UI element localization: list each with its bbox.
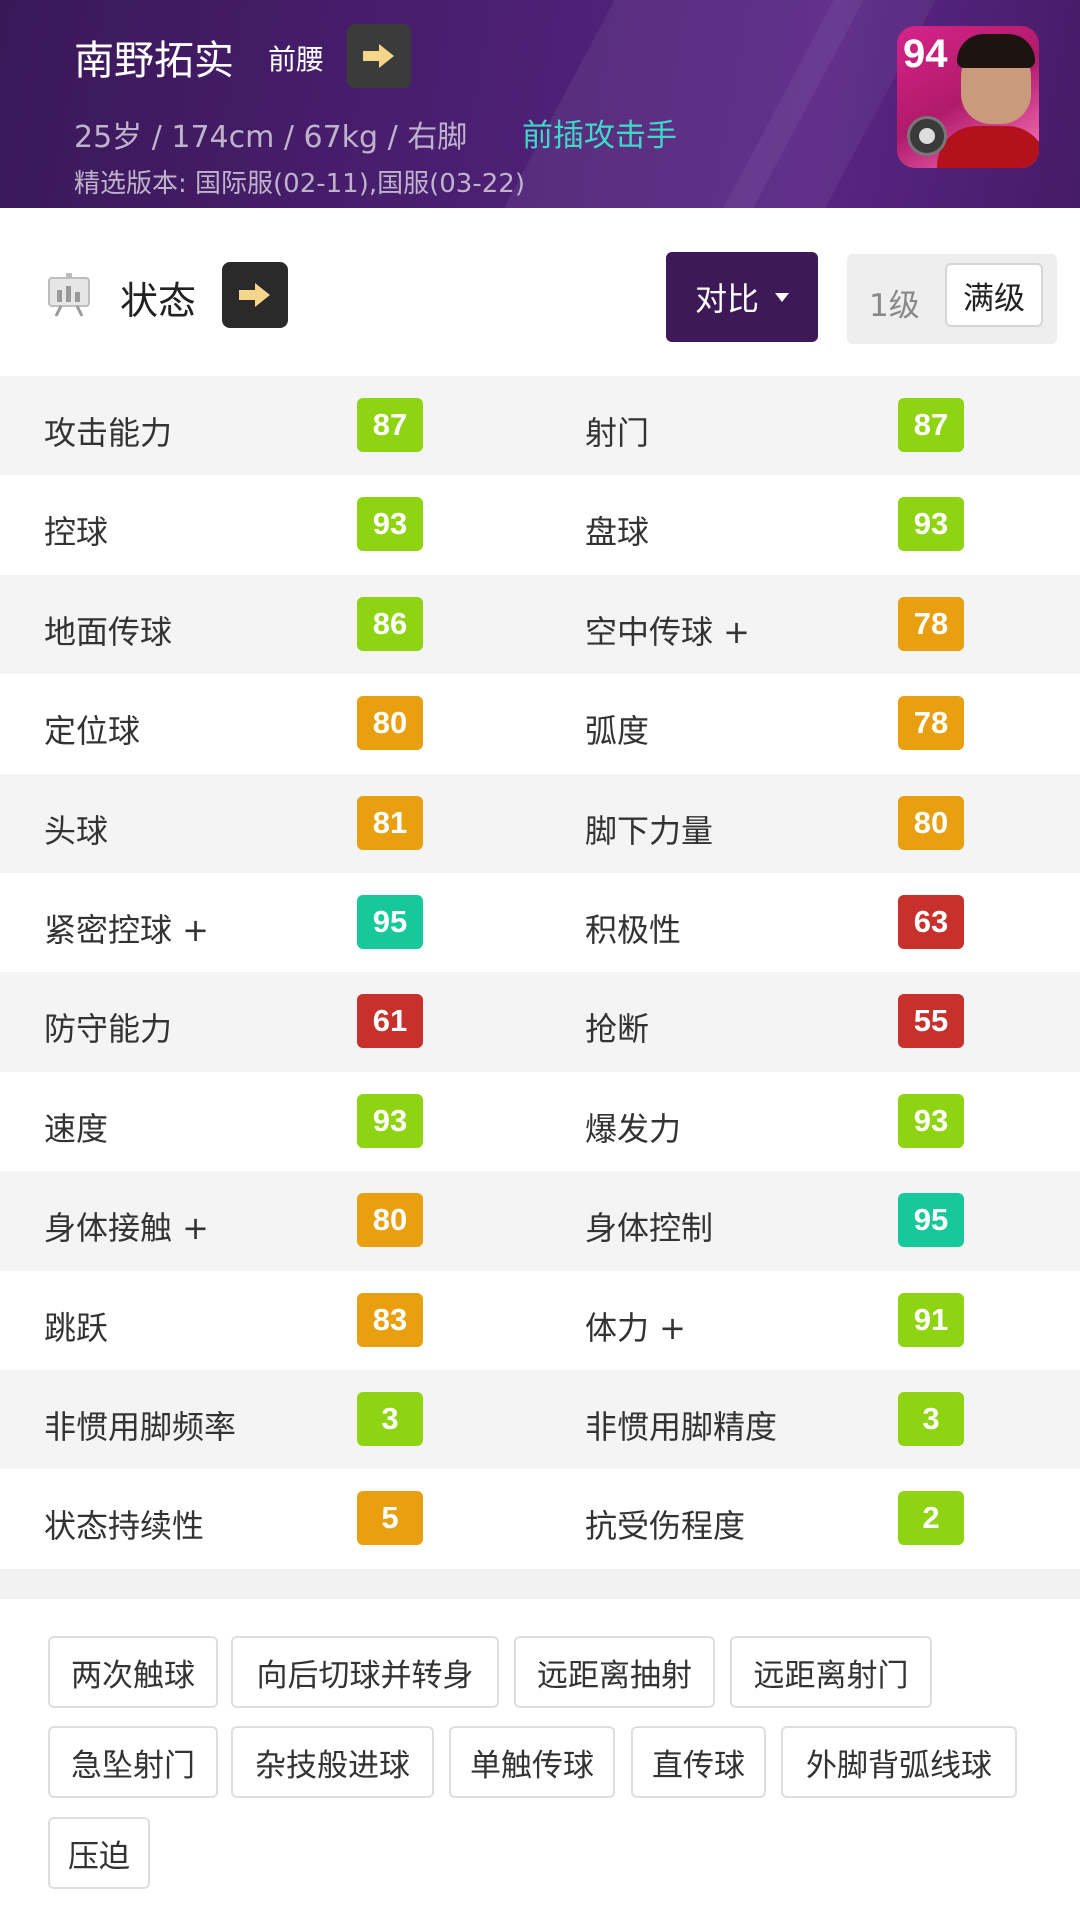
stat-name: 弧度 — [585, 712, 650, 751]
stat-value-badge: 93 — [357, 497, 423, 552]
stat-value-badge: 80 — [357, 696, 423, 751]
arrow-right-icon — [363, 44, 394, 68]
stat-row: 定位球 80 弧度 78 — [0, 674, 1080, 774]
skill-tag[interactable]: 杂技般进球 — [231, 1726, 434, 1798]
skills-panel: 两次触球 向后切球并转身 远距离抽射 远距离射门急坠射门 杂技般进球 单触传球 直传球 外脚背… — [0, 1599, 1080, 1929]
stat-value-badge: 3 — [898, 1391, 964, 1446]
stat-name: 头球 — [44, 811, 109, 850]
skill-tag[interactable]: 两次触球 — [48, 1636, 218, 1708]
skill-tag[interactable]: 远距离射门 — [730, 1636, 932, 1708]
skill-tag[interactable]: 外脚背弧线球 — [781, 1726, 1017, 1798]
stat-name: 非惯用脚频率 — [44, 1407, 237, 1446]
stat-name: 脚下力量 — [585, 811, 714, 850]
arrow-right-icon — [239, 283, 270, 307]
stat-value-badge: 63 — [898, 894, 964, 949]
compare-button[interactable]: 对比 — [666, 252, 818, 342]
player-name: 南野拓实 — [74, 38, 234, 84]
stat-name: 射门 — [585, 414, 650, 452]
club-badge-icon — [907, 116, 947, 156]
player-info: 25岁 / 174cm / 67kg / 右脚 — [74, 120, 468, 155]
player-header: 南野拓实 前腰 25岁 / 174cm / 67kg / 右脚 前插攻击手 精选… — [0, 0, 1080, 208]
stat-value-badge: 2 — [898, 1491, 964, 1546]
stat-row: 身体接触 + 80 身体控制 95 — [0, 1171, 1080, 1271]
level-max-option[interactable]: 满级 — [945, 263, 1043, 327]
level-toggle: 1级 满级 — [847, 254, 1057, 344]
chart-board-icon — [48, 273, 90, 317]
stat-name: 控球 — [44, 513, 109, 552]
stat-value-badge: 78 — [898, 696, 964, 751]
stat-value-badge: 81 — [357, 795, 423, 850]
stat-value-badge: 93 — [898, 1093, 964, 1148]
status-arrow-button[interactable] — [222, 262, 288, 328]
stat-row: 跳跃 83 体力 + 91 — [0, 1270, 1080, 1370]
stat-name: 抗受伤程度 — [585, 1507, 746, 1546]
stat-name: 盘球 — [585, 513, 650, 552]
stat-row: 攻击能力 87 射门 87 — [0, 376, 1080, 476]
player-position: 前腰 — [268, 43, 325, 76]
featured-version: 精选版本: 国际服(02-11),国服(03-22) — [74, 169, 525, 199]
player-photo — [937, 126, 1039, 168]
stat-name: 紧密控球 + — [44, 910, 209, 949]
stat-name: 抢断 — [585, 1010, 650, 1049]
caret-down-icon — [775, 292, 789, 302]
stat-row: 防守能力 61 抢断 55 — [0, 972, 1080, 1072]
stat-value-badge: 95 — [357, 894, 423, 949]
stat-name: 身体控制 — [585, 1209, 714, 1248]
stat-value-badge: 3 — [357, 1391, 423, 1446]
stat-name: 爆发力 — [585, 1109, 682, 1148]
position-arrow-button[interactable] — [347, 24, 411, 88]
skill-tag[interactable]: 直传球 — [631, 1726, 766, 1798]
stat-row: 紧密控球 + 95 积极性 63 — [0, 872, 1080, 973]
player-hair — [957, 34, 1035, 68]
stat-value-badge: 61 — [357, 994, 423, 1049]
stat-name: 地面传球 — [44, 612, 173, 651]
stat-name: 非惯用脚精度 — [585, 1407, 778, 1446]
stat-name: 身体接触 + — [44, 1209, 209, 1248]
stat-row: 状态持续性 5 抗受伤程度 2 — [0, 1469, 1080, 1569]
stat-value-badge: 95 — [898, 1193, 964, 1248]
stat-row: 头球 81 脚下力量 80 — [0, 773, 1080, 873]
skill-tag[interactable]: 远距离抽射 — [514, 1636, 715, 1708]
status-bar: 状态 对比 1级 满级 — [0, 208, 1080, 376]
player-role: 前插攻击手 — [522, 118, 677, 154]
level-1-option[interactable]: 1级 — [869, 280, 920, 325]
stat-value-badge: 93 — [898, 497, 964, 552]
stat-name: 跳跃 — [44, 1308, 109, 1347]
stat-value-badge: 87 — [898, 398, 964, 452]
stat-value-badge: 93 — [357, 1093, 423, 1148]
skill-tag[interactable]: 压迫 — [48, 1817, 150, 1889]
status-title: 状态 — [120, 279, 197, 323]
skill-tag[interactable]: 向后切球并转身 — [231, 1636, 499, 1708]
stat-name: 积极性 — [585, 910, 682, 949]
stat-value-badge: 91 — [898, 1292, 964, 1347]
stat-row: 非惯用脚频率 3 非惯用脚精度 3 — [0, 1369, 1080, 1470]
stat-name: 体力 + — [585, 1308, 686, 1347]
stat-value-badge: 78 — [898, 596, 964, 651]
stat-value-badge: 80 — [357, 1193, 423, 1248]
stat-value-badge: 87 — [357, 398, 423, 452]
stat-row: 控球 93 盘球 93 — [0, 475, 1080, 575]
stat-value-badge: 5 — [357, 1491, 423, 1546]
stat-name: 空中传球 + — [585, 612, 750, 651]
stat-value-badge: 80 — [898, 795, 964, 850]
stat-row: 地面传球 86 空中传球 + 78 — [0, 574, 1080, 675]
card-rating: 94 — [903, 32, 948, 76]
stat-value-badge: 86 — [357, 596, 423, 651]
stat-name: 攻击能力 — [44, 414, 173, 452]
stat-name: 速度 — [44, 1109, 109, 1148]
stats-table: 攻击能力 87 射门 87 控球 93 盘球 93 地面传球 86 空中传球 + 78 定位球 80 弧度 7… — [0, 376, 1080, 1569]
stat-row: 速度 93 爆发力 93 — [0, 1071, 1080, 1172]
stat-name: 定位球 — [44, 712, 141, 751]
stat-value-badge: 55 — [898, 994, 964, 1049]
stat-value-badge: 83 — [357, 1292, 423, 1347]
compare-label: 对比 — [694, 280, 759, 318]
skill-tag[interactable]: 单触传球 — [449, 1726, 615, 1798]
skill-tag[interactable]: 急坠射门 — [48, 1726, 218, 1798]
stat-name: 防守能力 — [44, 1010, 173, 1049]
player-card[interactable]: 94 — [897, 26, 1039, 168]
stat-name: 状态持续性 — [44, 1507, 205, 1546]
